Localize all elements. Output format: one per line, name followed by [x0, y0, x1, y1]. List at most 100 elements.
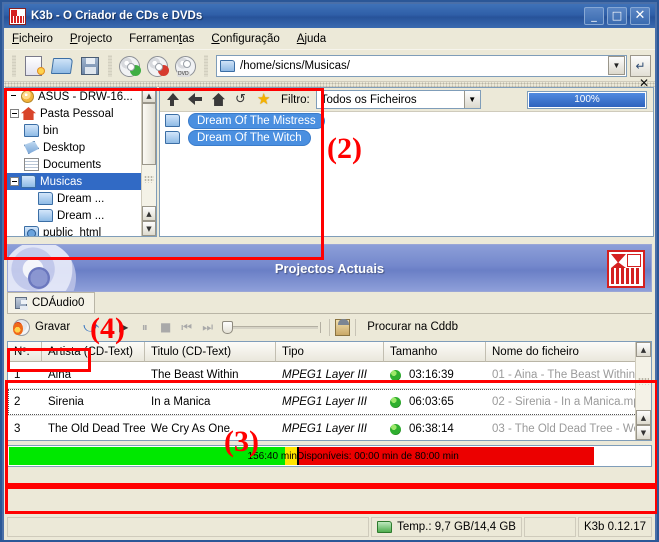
file-name: Dream Of The Mistress	[188, 112, 325, 129]
tree-scrollbar-track[interactable]	[142, 103, 156, 206]
url-input[interactable]: /home/sicns/Musicas/	[240, 60, 608, 72]
scroll-down-icon[interactable]: ▼	[142, 221, 156, 236]
table-row[interactable]: 2 Sirenia In a Manica MPEG1 Layer III 06…	[8, 389, 651, 415]
tree-item-bin[interactable]: bin	[6, 122, 141, 139]
tree-item-pasta-pessoal[interactable]: Pasta Pessoal	[6, 105, 141, 122]
tree-item-musicas[interactable]: Musicas	[6, 173, 141, 190]
status-message	[7, 517, 370, 537]
column-header-num[interactable]: Nº.	[8, 342, 42, 362]
tree-item-label: Pasta Pessoal	[40, 107, 114, 120]
tree-item-desktop[interactable]: Desktop	[6, 139, 141, 156]
column-header-filename[interactable]: Nome do ficheiro	[486, 342, 651, 362]
menu-ficheiro-label: icheiro	[19, 32, 53, 45]
folder-tree[interactable]: ASUS - DRW-16... Pasta Pessoal bin Deskt…	[5, 87, 157, 237]
column-header-size[interactable]: Tamanho	[384, 342, 486, 362]
toolbar-grip[interactable]	[12, 54, 16, 77]
chevron-down-icon[interactable]: ▼	[463, 91, 480, 108]
seek-slider-track[interactable]	[233, 325, 319, 329]
arrow-up-icon[interactable]	[164, 91, 181, 108]
burn-button[interactable]: Gravar	[10, 318, 77, 337]
toolbar-grip-3[interactable]	[204, 54, 208, 77]
new-data-cd-icon[interactable]	[118, 54, 142, 78]
track-table[interactable]: Nº. Artista (CD-Text) Titulo (CD-Text) T…	[7, 341, 652, 441]
folder-icon	[165, 114, 180, 127]
open-project-icon[interactable]	[50, 54, 74, 78]
list-item[interactable]: Dream Of The Mistress	[160, 112, 653, 129]
menu-ficheiro[interactable]: Ficheiro	[12, 33, 53, 45]
seek-slider[interactable]	[222, 320, 322, 334]
filter-combo[interactable]: Todos os Ficheiros ▼	[315, 90, 481, 109]
collapse-icon[interactable]	[10, 177, 19, 186]
web-folder-icon	[24, 226, 39, 236]
arrow-back-icon[interactable]	[187, 91, 204, 108]
table-scrollbar-track[interactable]	[636, 357, 651, 410]
scroll-up-icon-2[interactable]: ▲	[636, 410, 651, 425]
go-enter-icon[interactable]: ↵	[630, 54, 651, 77]
cell-size: 03:16:39	[384, 369, 486, 381]
status-version: K3b 0.12.17	[577, 517, 652, 537]
pause-button[interactable]: ⏸	[135, 318, 154, 337]
menu-projecto[interactable]: Projecto	[70, 33, 112, 45]
scroll-up-icon[interactable]: ▲	[142, 88, 156, 103]
column-header-artist[interactable]: Artista (CD-Text)	[42, 342, 145, 362]
table-row[interactable]: 3 The Old Dead Tree We Cry As One MPEG1 …	[8, 416, 651, 440]
scroll-up-icon-2[interactable]: ▲	[142, 206, 156, 221]
cell-title: In a Manica	[151, 396, 211, 408]
cddb-label: Procurar na Cddb	[367, 321, 458, 333]
new-dvd-icon[interactable]	[174, 54, 198, 78]
folder-icon	[21, 175, 36, 188]
cddb-icon[interactable]	[335, 318, 351, 336]
maximize-button[interactable]: □	[607, 7, 627, 25]
minimize-button[interactable]: _	[584, 7, 604, 25]
column-header-title[interactable]: Titulo (CD-Text)	[145, 342, 276, 362]
tree-item-documents[interactable]: Documents	[6, 156, 141, 173]
seek-slider-handle[interactable]	[222, 320, 234, 334]
tree-item-public-html[interactable]: public_html	[6, 224, 141, 236]
scroll-up-icon[interactable]: ▲	[636, 342, 651, 357]
tree-item-dream-1[interactable]: Dream ...	[6, 190, 141, 207]
tree-item-asus-drw[interactable]: ASUS - DRW-16...	[6, 88, 141, 105]
close-button[interactable]: ✕	[630, 7, 650, 25]
new-project-icon[interactable]	[22, 54, 46, 78]
tab-cdaudio0[interactable]: CDÁudio0	[7, 292, 96, 313]
home-icon[interactable]	[210, 91, 227, 108]
tree-item-dream-2[interactable]: Dream ...	[6, 207, 141, 224]
next-button[interactable]: ⏭	[198, 318, 217, 337]
folder-icon	[38, 209, 53, 222]
menu-ferramentas[interactable]: Ferramentas	[129, 33, 194, 45]
chevron-down-icon[interactable]: ▼	[608, 56, 625, 75]
star-icon[interactable]: ★	[256, 91, 273, 108]
stop-button[interactable]: ■	[156, 318, 175, 337]
collapse-icon[interactable]	[10, 109, 19, 118]
file-nav-toolbar: ↺ ★ Filtro: Todos os Ficheiros ▼ 100%	[160, 88, 653, 112]
filter-value: Todos os Ficheiros	[320, 93, 417, 106]
tree-item-label: bin	[43, 124, 59, 137]
table-scrollbar[interactable]: ▲ ▲ ▼	[635, 342, 651, 440]
menu-configuracao[interactable]: Configuração	[211, 33, 279, 45]
tree-scrollbar-thumb[interactable]	[142, 103, 156, 165]
previous-button[interactable]: ⏮	[177, 318, 196, 337]
play-button[interactable]: ▶	[114, 318, 133, 337]
redo-icon[interactable]: ⤻	[79, 318, 103, 336]
folder-icon	[24, 124, 39, 137]
project-disk-icon	[15, 297, 28, 310]
url-bar[interactable]: /home/sicns/Musicas/ ▼	[216, 54, 627, 77]
folder-tree-scroll: ASUS - DRW-16... Pasta Pessoal bin Deskt…	[6, 88, 141, 236]
tree-item-label: Musicas	[40, 175, 83, 188]
tree-scrollbar[interactable]: ▲ ▲ ▼	[141, 88, 156, 236]
toolbar-grip-2[interactable]	[108, 54, 112, 77]
cell-type: MPEG1 Layer III	[282, 396, 368, 408]
reload-icon[interactable]: ↺	[233, 91, 250, 108]
desktop-icon	[24, 141, 39, 154]
capacity-available-label: Disponíveis: 00:00 min de 80:00 min	[297, 450, 459, 462]
column-header-type[interactable]: Tipo	[276, 342, 384, 362]
table-row[interactable]: 1 Aina The Beast Within MPEG1 Layer III …	[8, 362, 651, 388]
scroll-down-icon[interactable]: ▼	[636, 425, 651, 440]
tree-item-label: Desktop	[43, 141, 86, 154]
zoom-bar[interactable]: 100%	[527, 90, 647, 109]
file-list[interactable]: Dream Of The Mistress Dream Of The Witch	[160, 112, 653, 236]
copy-cd-icon[interactable]	[146, 54, 170, 78]
save-project-icon[interactable]	[78, 54, 102, 78]
list-item[interactable]: Dream Of The Witch	[160, 129, 653, 146]
menu-ajuda[interactable]: Ajuda	[297, 33, 326, 45]
